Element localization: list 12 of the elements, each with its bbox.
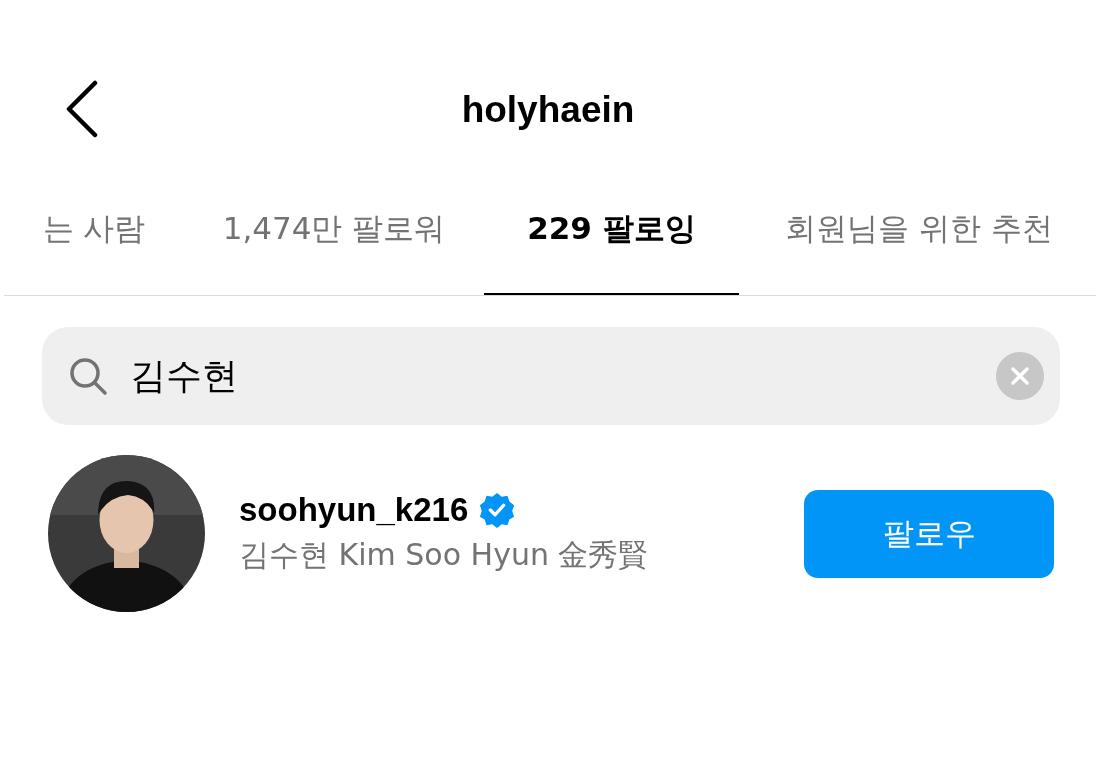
search-bar[interactable]: 김수현 [42,327,1060,425]
full-name: 김수현 Kim Soo Hyun 金秀賢 [239,536,650,574]
tab[interactable]: 회원님을 위한 추천 [739,165,1096,295]
tab[interactable]: 229 팔로잉 [484,165,739,295]
close-icon [1010,366,1030,386]
chevron-left-icon [65,80,99,138]
search-icon [68,356,108,396]
result-username[interactable]: soohyun_k216 [239,491,469,529]
tab[interactable]: 는 사람 [4,165,184,295]
search-field[interactable]: 김수현 [128,354,976,398]
profile-username: holyhaein [461,89,635,131]
tab[interactable]: 1,474만 팔로워 [184,165,484,295]
